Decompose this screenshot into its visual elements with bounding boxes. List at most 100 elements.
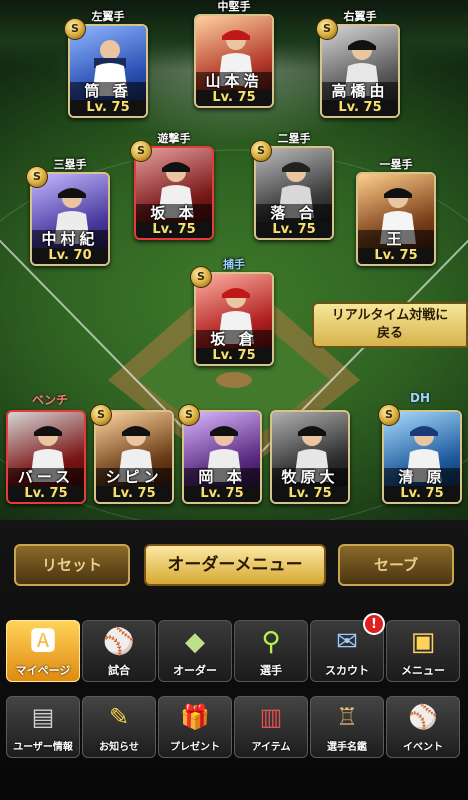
player-card-center-field[interactable]: 山本浩 Lv. 75 中堅手 <box>194 0 274 108</box>
player-level: Lv. 70 <box>32 248 108 264</box>
dh-label: DH <box>410 391 431 405</box>
player-level: Lv. 75 <box>358 248 434 264</box>
nav-presents[interactable]: 🎁 プレゼント <box>158 696 232 758</box>
rank-badge-icon: S <box>378 404 400 426</box>
nav-order[interactable]: ◆ オーダー <box>158 620 232 682</box>
player-name: 坂 本 <box>136 204 212 222</box>
player-level: Lv. 75 <box>184 486 260 502</box>
player-name: 筒 香 <box>70 82 146 100</box>
rank-badge-icon: S <box>190 266 212 288</box>
player-level: Lv. 75 <box>384 486 460 502</box>
position-label: 二塁手 <box>277 132 311 145</box>
nav-menu[interactable]: ▣ メニュー <box>386 620 460 682</box>
bottom-panel: リセット オーダーメニュー セーブ 🅰 マイページ ⚾ 試合 ◆ オーダー ⚲ … <box>0 520 468 800</box>
nav-notices[interactable]: ✎ お知らせ <box>82 696 156 758</box>
player-level: Lv. 75 <box>196 348 272 364</box>
menu-icon: ▣ <box>410 627 436 657</box>
rank-badge-icon: S <box>90 404 112 426</box>
player-name: 王 <box>358 230 434 248</box>
realtime-button-line1: リアルタイム対戦に <box>331 308 449 323</box>
position-label: 捕手 <box>223 258 245 271</box>
realtime-button-line2: 戻る <box>376 326 403 341</box>
player-card-first-base[interactable]: 王 Lv. 75 一塁手 <box>356 158 436 266</box>
notification-badge: ! <box>363 613 385 635</box>
player-level: Lv. 75 <box>96 486 172 502</box>
bench-player-card[interactable]: バース Lv. 75 <box>6 404 86 504</box>
card-frame: 牧原大 Lv. 75 <box>270 410 350 504</box>
home-icon: 🅰 <box>29 627 57 657</box>
position-label: 一塁手 <box>379 158 413 171</box>
bench-player-card[interactable]: 牧原大 Lv. 75 <box>270 404 350 504</box>
dh-player-card[interactable]: 清 原 Lv. 75 S <box>378 404 462 504</box>
player-name: 岡 本 <box>184 468 260 486</box>
nav-scout[interactable]: ✉ スカウト ! <box>310 613 385 682</box>
nav-mypage[interactable]: 🅰 マイページ <box>6 620 80 682</box>
rank-badge-icon: S <box>130 140 152 162</box>
realtime-battle-return-button[interactable]: リアルタイム対戦に 戻る <box>312 302 468 348</box>
nav-user-info[interactable]: ▤ ユーザー情報 <box>6 696 80 758</box>
lineup-icon: ◆ <box>185 627 205 657</box>
player-card-left-field[interactable]: 筒 香 Lv. 75 左翼手 S <box>64 10 148 118</box>
order-menu-button[interactable]: オーダーメニュー <box>144 544 326 586</box>
nav-label: イベント <box>403 742 443 753</box>
bench-player-card[interactable]: 岡 本 Lv. 75 S <box>178 404 262 504</box>
rank-badge-icon: S <box>26 166 48 188</box>
player-level: Lv. 75 <box>70 100 146 116</box>
player-name: バース <box>8 468 84 486</box>
card-frame: 王 Lv. 75 <box>356 172 436 266</box>
player-name: 山本浩 <box>196 72 272 90</box>
gift-icon: 🎁 <box>180 703 210 731</box>
player-card-second-base[interactable]: 落 合 Lv. 75 二塁手 S <box>250 132 334 240</box>
player-level: Lv. 75 <box>8 486 84 502</box>
position-label: 中堅手 <box>217 0 251 13</box>
reset-button[interactable]: リセット <box>14 544 130 586</box>
item-icon: ▥ <box>259 703 283 731</box>
nav-label: 試合 <box>108 664 130 677</box>
player-level: Lv. 75 <box>272 486 348 502</box>
player-name: 高橋由 <box>322 82 398 100</box>
rank-badge-icon: S <box>316 18 338 40</box>
user-info-icon: ▤ <box>31 703 55 731</box>
nav-label: メニュー <box>401 664 445 677</box>
player-level: Lv. 75 <box>136 222 212 238</box>
nav-label: お知らせ <box>99 742 139 753</box>
rank-badge-icon: S <box>250 140 272 162</box>
player-name: 坂 倉 <box>196 330 272 348</box>
player-card-catcher[interactable]: 坂 倉 Lv. 75 捕手 S <box>190 258 274 366</box>
save-button[interactable]: セーブ <box>338 544 454 586</box>
position-label: 遊撃手 <box>157 132 191 145</box>
player-card-right-field[interactable]: 高橋由 Lv. 75 右翼手 S <box>316 10 400 118</box>
player-name: 清 原 <box>384 468 460 486</box>
player-level: Lv. 75 <box>256 222 332 238</box>
position-label: 左翼手 <box>91 10 125 23</box>
player-name: 落 合 <box>256 204 332 222</box>
event-icon: ⚾ <box>408 703 438 731</box>
nav-players[interactable]: ⚲ 選手 <box>234 620 308 682</box>
nav-label: オーダー <box>173 664 217 677</box>
player-name: シピン <box>96 468 172 486</box>
nav-label: プレゼント <box>170 742 220 753</box>
nav-items[interactable]: ▥ アイテム <box>234 696 308 758</box>
stadium-icon: ⚾ <box>102 627 136 657</box>
player-icon: ⚲ <box>261 627 281 657</box>
nav-label: マイページ <box>15 664 71 677</box>
catalog-icon: ♖ <box>336 703 358 731</box>
player-name: 牧原大 <box>272 468 348 486</box>
nav-events[interactable]: ⚾ イベント <box>386 696 460 758</box>
player-card-shortstop[interactable]: 坂 本 Lv. 75 遊撃手 S <box>130 132 214 240</box>
position-label: 三塁手 <box>53 158 87 171</box>
nav-label: ユーザー情報 <box>13 742 73 753</box>
position-label: 右翼手 <box>343 10 377 23</box>
nav-player-catalog[interactable]: ♖ 選手名鑑 <box>310 696 384 758</box>
player-level: Lv. 75 <box>322 100 398 116</box>
rank-badge-icon: S <box>64 18 86 40</box>
nav-match[interactable]: ⚾ 試合 <box>82 620 156 682</box>
scout-icon: ✉ <box>336 627 358 657</box>
player-name: 中村紀 <box>32 230 108 248</box>
bench-player-card[interactable]: シピン Lv. 75 S <box>90 404 174 504</box>
nav-label: 選手名鑑 <box>327 742 367 753</box>
player-card-third-base[interactable]: 中村紀 Lv. 70 三塁手 S <box>26 158 110 266</box>
nav-label: スカウト <box>325 664 369 677</box>
player-level: Lv. 75 <box>196 90 272 106</box>
nav-label: アイテム <box>251 742 291 753</box>
